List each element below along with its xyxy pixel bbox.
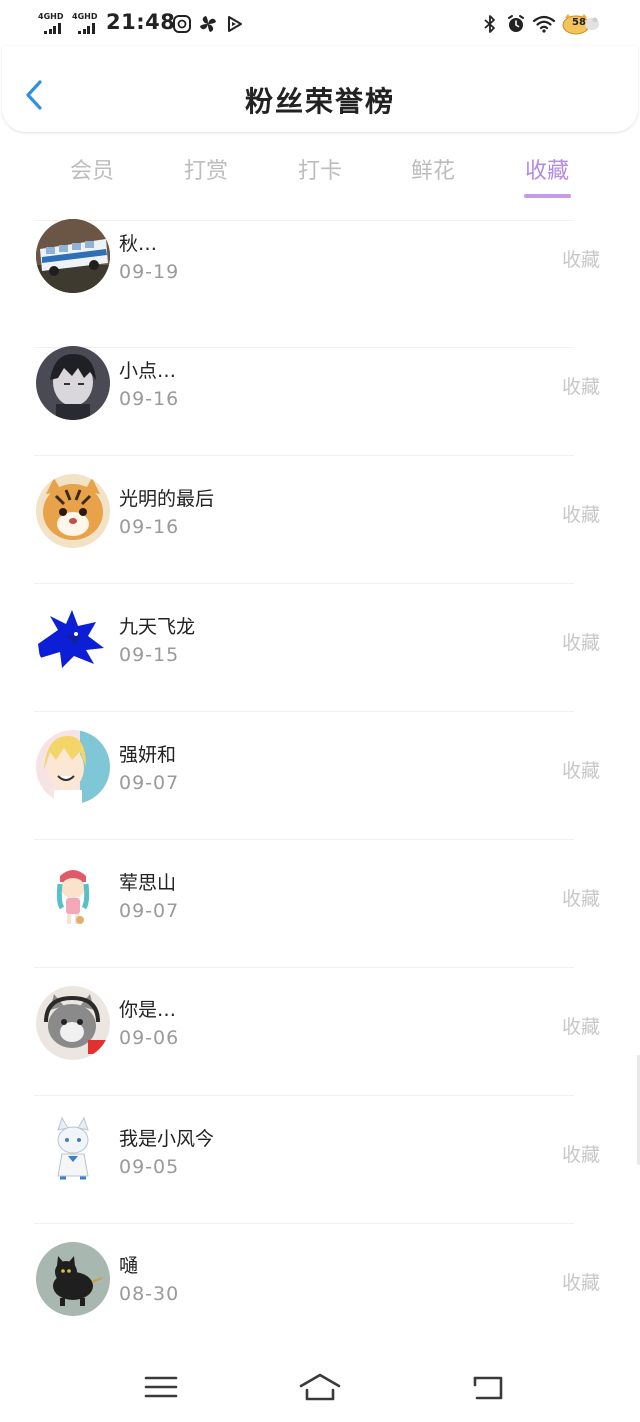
favorite-label: 收藏 (562, 1272, 601, 1294)
avatar[interactable] (36, 346, 110, 420)
home-icon[interactable] (298, 1370, 342, 1404)
avatar[interactable] (36, 1114, 110, 1188)
favorite-label: 收藏 (562, 249, 601, 271)
play-app-icon (228, 16, 242, 32)
active-tab-indicator (524, 194, 571, 198)
list-item[interactable]: 嗵 08-30 收藏 (0, 1224, 640, 1352)
bus-avatar-image (36, 219, 110, 293)
fan-name: 小点… (119, 360, 177, 382)
fan-date: 09-16 (119, 516, 180, 538)
system-navigation-bar (0, 1352, 640, 1422)
tab-membership[interactable]: 会员 (47, 153, 137, 185)
chibi-girl-avatar-image (36, 858, 110, 932)
tab-flowers[interactable]: 鲜花 (388, 153, 478, 185)
list-item[interactable]: 小点… 09-16 收藏 (0, 328, 640, 456)
favorite-label: 收藏 (562, 1144, 601, 1166)
bluetooth-icon (484, 15, 495, 33)
favorite-label: 收藏 (562, 632, 601, 654)
anime-boy-avatar-image (36, 346, 110, 420)
signal-bars-icon (78, 23, 95, 34)
fan-date: 08-30 (119, 1283, 180, 1305)
list-item[interactable]: 强妍和 09-07 收藏 (0, 712, 640, 840)
fan-date: 09-19 (119, 261, 180, 283)
fan-date: 09-16 (119, 388, 180, 410)
list-item[interactable]: 九天飞龙 09-15 收藏 (0, 584, 640, 712)
fan-name: 你是… (119, 999, 177, 1021)
fan-name: 强妍和 (119, 744, 177, 766)
avatar[interactable] (36, 474, 110, 548)
fan-date: 09-07 (119, 900, 180, 922)
pinwheel-app-icon (200, 16, 216, 32)
avatar[interactable] (36, 858, 110, 932)
back-nav-icon[interactable] (468, 1370, 508, 1404)
status-time: 21:48 (106, 10, 176, 34)
fan-date: 09-06 (119, 1027, 180, 1049)
cellular-signal-2: 4GHD (72, 12, 106, 36)
cat-headphones-avatar-image (36, 986, 110, 1060)
fan-date: 09-05 (119, 1156, 180, 1178)
favorite-label: 收藏 (562, 888, 601, 910)
network-type-label: 4GHD (72, 12, 98, 21)
battery-level: 58 (572, 17, 586, 28)
anime-girl-avatar-image (36, 730, 110, 804)
fan-name: 光明的最后 (119, 488, 215, 510)
fan-name: 嗵 (119, 1255, 139, 1277)
alarm-icon (508, 15, 524, 32)
fan-name: 荤思山 (119, 872, 177, 894)
tiger-avatar-image (36, 474, 110, 548)
cellular-signal-1: 4GHD (38, 12, 72, 36)
avatar[interactable] (36, 986, 110, 1060)
header-bar: 粉丝荣誉榜 (2, 46, 638, 132)
tab-bar: 会员 打赏 打卡 鲜花 收藏 (0, 145, 640, 205)
list-item[interactable]: 光明的最后 09-16 收藏 (0, 456, 640, 584)
fan-date: 09-07 (119, 772, 180, 794)
fan-date: 09-15 (119, 644, 180, 666)
battery-indicator: 58 (562, 13, 600, 35)
favorite-label: 收藏 (562, 504, 601, 526)
wifi-icon (532, 15, 556, 33)
chat-app-icon (173, 15, 191, 33)
list-item[interactable]: 我是小风今 09-05 收藏 (0, 1096, 640, 1224)
network-type-label: 4GHD (38, 12, 64, 21)
list-item[interactable]: 荤思山 09-07 收藏 (0, 840, 640, 968)
favorite-label: 收藏 (562, 1016, 601, 1038)
blue-dragon-avatar-image (36, 602, 110, 676)
page-title: 粉丝荣誉榜 (244, 85, 395, 118)
tab-favorites[interactable]: 收藏 (502, 153, 592, 185)
menu-icon[interactable] (141, 1370, 181, 1404)
status-bar: 4GHD 4GHD 21:48 58 (0, 0, 640, 50)
favorite-label: 收藏 (562, 760, 601, 782)
tab-checkin[interactable]: 打卡 (275, 153, 365, 185)
avatar[interactable] (36, 219, 110, 293)
fan-name: 秋… (119, 233, 158, 255)
white-cat-girl-avatar-image (36, 1114, 110, 1188)
black-cat-avatar-image (36, 1242, 110, 1316)
avatar[interactable] (36, 602, 110, 676)
signal-bars-icon (44, 23, 61, 34)
list-item[interactable]: 你是… 09-06 收藏 (0, 968, 640, 1096)
avatar[interactable] (36, 730, 110, 804)
favorite-label: 收藏 (562, 376, 601, 398)
fan-name: 我是小风今 (119, 1128, 215, 1150)
tab-rewards[interactable]: 打赏 (161, 153, 251, 185)
avatar[interactable] (36, 1242, 110, 1316)
fan-name: 九天飞龙 (119, 616, 196, 638)
